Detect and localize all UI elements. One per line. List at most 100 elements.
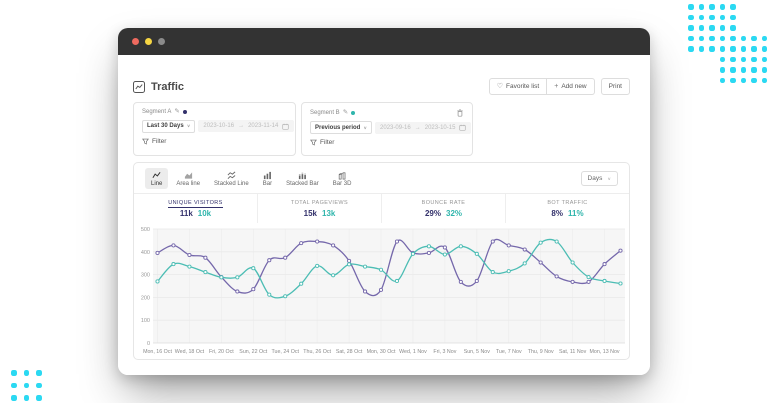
tab-stacked-line[interactable]: Stacked Line (208, 168, 255, 189)
decor-dot (688, 36, 694, 42)
decor-dot (730, 15, 736, 21)
svg-text:Sun, 22 Oct: Sun, 22 Oct (239, 349, 267, 355)
svg-text:Wed, 18 Oct: Wed, 18 Oct (175, 349, 205, 355)
decor-dot (730, 67, 736, 73)
decor-dot (762, 36, 768, 42)
add-new-button[interactable]: + Add new (547, 78, 594, 95)
decor-dot (720, 4, 726, 10)
maximize-window-button[interactable] (158, 38, 165, 45)
segment-b-daterange-input[interactable]: 2023-09-16→2023-10-15 (375, 122, 471, 134)
tab-area-line[interactable]: Area line (170, 168, 206, 189)
decor-dot (36, 383, 42, 389)
page-background: Traffic ♡ Favorite list + Add new (0, 0, 768, 403)
decor-dot (741, 67, 747, 73)
tab-label: Bar 3D (333, 181, 352, 187)
decor-dot (24, 370, 30, 376)
segment-b-preset-select[interactable]: Previous period∨ (310, 121, 372, 134)
delete-segment-button[interactable] (456, 109, 464, 117)
decor-dot (699, 36, 705, 42)
decor-dot (751, 46, 757, 52)
window-titlebar (118, 28, 650, 55)
decor-dot (11, 383, 17, 389)
metric-label: TOTAL PAGEVIEWS (258, 200, 381, 206)
decor-dot (751, 67, 757, 73)
decor-dot (688, 25, 694, 31)
trash-icon (456, 109, 464, 117)
decor-dot (741, 78, 747, 84)
edit-segment-icon[interactable]: ✎ (174, 109, 179, 116)
metric-value-segment-a: 29% (425, 209, 441, 218)
tab-label: Area line (176, 181, 200, 187)
decor-dot (751, 36, 757, 42)
chart-panel: Line Area line Stacked Line Bar Stacked Bar B… (133, 162, 630, 360)
metric-bot-traffic[interactable]: BOT TRAFFIC8%11% (505, 194, 629, 223)
calendar-icon (282, 123, 289, 130)
close-window-button[interactable] (132, 38, 139, 45)
segment-a-color-dot (183, 110, 187, 114)
svg-text:Mon, 13 Nov: Mon, 13 Nov (590, 349, 620, 355)
decor-dot (762, 78, 768, 84)
chevron-down-icon: ∨ (363, 125, 367, 130)
favorite-list-button[interactable]: ♡ Favorite list (489, 78, 548, 95)
page-title: Traffic (151, 81, 184, 93)
decor-dot (762, 46, 768, 52)
tab-label: Line (151, 181, 162, 187)
decor-dot (730, 57, 736, 63)
metric-unique-visitors[interactable]: UNIQUE VISITORS11k10k (134, 194, 257, 223)
metrics-row: UNIQUE VISITORS11k10kTOTAL PAGEVIEWS 15k 1… (134, 194, 629, 223)
metric-total-pageviews[interactable]: TOTAL PAGEVIEWS15k13k (257, 194, 381, 223)
decor-dot (730, 4, 736, 10)
decor-dot (709, 36, 715, 42)
svg-text:Tue, 7 Nov: Tue, 7 Nov (496, 349, 522, 355)
decor-dot (36, 370, 42, 376)
metric-value-segment-b: 10k (198, 209, 211, 218)
svg-text:300: 300 (141, 273, 150, 279)
decor-dot (709, 15, 715, 21)
svg-text:Sun, 5 Nov: Sun, 5 Nov (464, 349, 491, 355)
edit-segment-icon[interactable]: ✎ (343, 110, 348, 117)
tab-bar-3d[interactable]: Bar 3D (327, 168, 358, 189)
decor-dot (741, 36, 747, 42)
segment-a-card: Segment A ✎ Last 30 Days∨ 2023-10-16→202… (133, 102, 296, 156)
tab-line[interactable]: Line (145, 168, 168, 189)
print-button[interactable]: Print (601, 78, 630, 95)
segment-a-preset-select[interactable]: Last 30 Days∨ (142, 120, 195, 133)
decor-dot (36, 395, 42, 401)
decor-dot (699, 46, 705, 52)
page-title-group: Traffic (133, 81, 184, 93)
metric-bounce-rate[interactable]: BOUNCE RATE29%32% (381, 194, 505, 223)
decor-dot (741, 57, 747, 63)
interval-select[interactable]: Days∨ (581, 171, 618, 186)
plus-icon: + (554, 83, 558, 90)
decor-dot (688, 4, 694, 10)
metric-label: UNIQUE VISITORS (134, 200, 257, 206)
app-content: Traffic ♡ Favorite list + Add new (118, 55, 650, 375)
area-chart-icon (184, 171, 193, 180)
decor-dot (730, 36, 736, 42)
bar-3d-chart-icon (338, 171, 347, 180)
svg-text:Mon, 16 Oct: Mon, 16 Oct (143, 349, 172, 355)
filter-funnel-icon (310, 139, 317, 146)
decor-dot (720, 25, 726, 31)
decor-dot (699, 4, 705, 10)
tab-label: Bar (263, 181, 272, 187)
svg-text:Fri, 20 Oct: Fri, 20 Oct (209, 349, 234, 355)
segment-a-daterange-input[interactable]: 2023-10-16→2023-11-14 (198, 120, 294, 132)
decor-dot (762, 57, 768, 63)
decor-dot (720, 67, 726, 73)
decor-dot (699, 15, 705, 21)
decor-dot (720, 15, 726, 21)
minimize-window-button[interactable] (145, 38, 152, 45)
segment-a-filter-button[interactable]: Filter (142, 138, 287, 145)
decor-dot (709, 4, 715, 10)
decor-dot (11, 395, 17, 401)
decor-dot (688, 15, 694, 21)
tab-bar[interactable]: Bar (257, 168, 278, 189)
metric-value-segment-a: 15k (304, 209, 317, 218)
svg-text:Thu, 26 Oct: Thu, 26 Oct (303, 349, 331, 355)
chevron-down-icon: ∨ (187, 124, 191, 129)
tab-stacked-bar[interactable]: Stacked Bar (280, 168, 325, 189)
segment-b-filter-button[interactable]: Filter (310, 139, 464, 146)
metric-label: BOUNCE RATE (382, 200, 505, 206)
tab-label: Stacked Bar (286, 181, 319, 187)
